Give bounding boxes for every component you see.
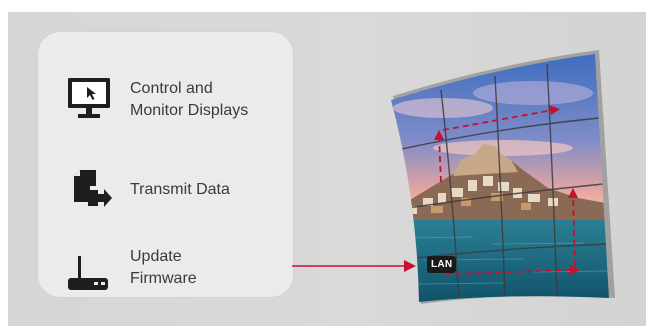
lan-badge: LAN bbox=[427, 256, 457, 273]
feature-label-control: Control and Monitor Displays bbox=[130, 80, 249, 119]
feature-label-firmware: Update Firmware bbox=[130, 248, 197, 287]
feature-illustration: Control and Monitor Displays Transmit Da… bbox=[8, 12, 646, 326]
feature-update-firmware: Update Firmware bbox=[38, 244, 293, 304]
feature-control-monitor: Control and Monitor Displays bbox=[38, 72, 293, 132]
monitor-cursor-icon bbox=[64, 74, 116, 126]
feature-list-panel: Control and Monitor Displays Transmit Da… bbox=[38, 32, 293, 297]
feature-transmit-data: Transmit Data bbox=[38, 162, 293, 222]
file-transfer-icon bbox=[64, 164, 116, 216]
feature-label-transmit: Transmit Data bbox=[130, 181, 230, 198]
video-wall-display bbox=[383, 48, 623, 310]
router-icon bbox=[64, 248, 116, 300]
